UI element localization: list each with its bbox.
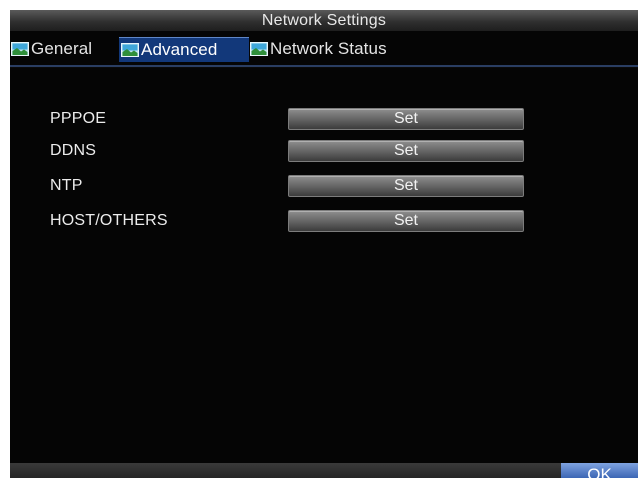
ntp-set-button[interactable]: Set [288,175,524,197]
landscape-icon [121,43,139,57]
advanced-settings-panel: PPPOE Set DDNS Set NTP Set HOST/OTHERS S… [10,68,638,463]
setting-row-host-others: HOST/OTHERS Set [10,210,638,236]
tab-advanced[interactable]: Advanced [119,37,249,62]
tab-advanced-label: Advanced [141,40,218,59]
setting-label-ddns: DDNS [50,142,97,159]
tab-general[interactable]: General [11,37,112,61]
pppoe-set-button[interactable]: Set [288,108,524,130]
ddns-set-button[interactable]: Set [288,140,524,162]
host-others-set-button[interactable]: Set [288,210,524,232]
tab-general-label: General [31,39,93,58]
tab-bar: General Advanced Network Status [10,31,638,67]
window-title: Network Settings [10,10,638,31]
network-settings-window: Network Settings General Advanced Networ… [10,10,638,478]
setting-row-ddns: DDNS Set [10,140,638,166]
landscape-icon [250,42,268,56]
landscape-icon [11,42,29,56]
setting-label-pppoe: PPPOE [50,110,107,127]
status-bar [10,463,638,478]
setting-row-ntp: NTP Set [10,175,638,201]
tab-network-status-label: Network Status [270,39,387,58]
setting-label-ntp: NTP [50,177,83,194]
setting-row-pppoe: PPPOE Set [10,108,638,134]
ok-button[interactable]: OK [561,463,638,478]
setting-label-host-others: HOST/OTHERS [50,212,168,229]
tab-network-status[interactable]: Network Status [250,37,420,61]
